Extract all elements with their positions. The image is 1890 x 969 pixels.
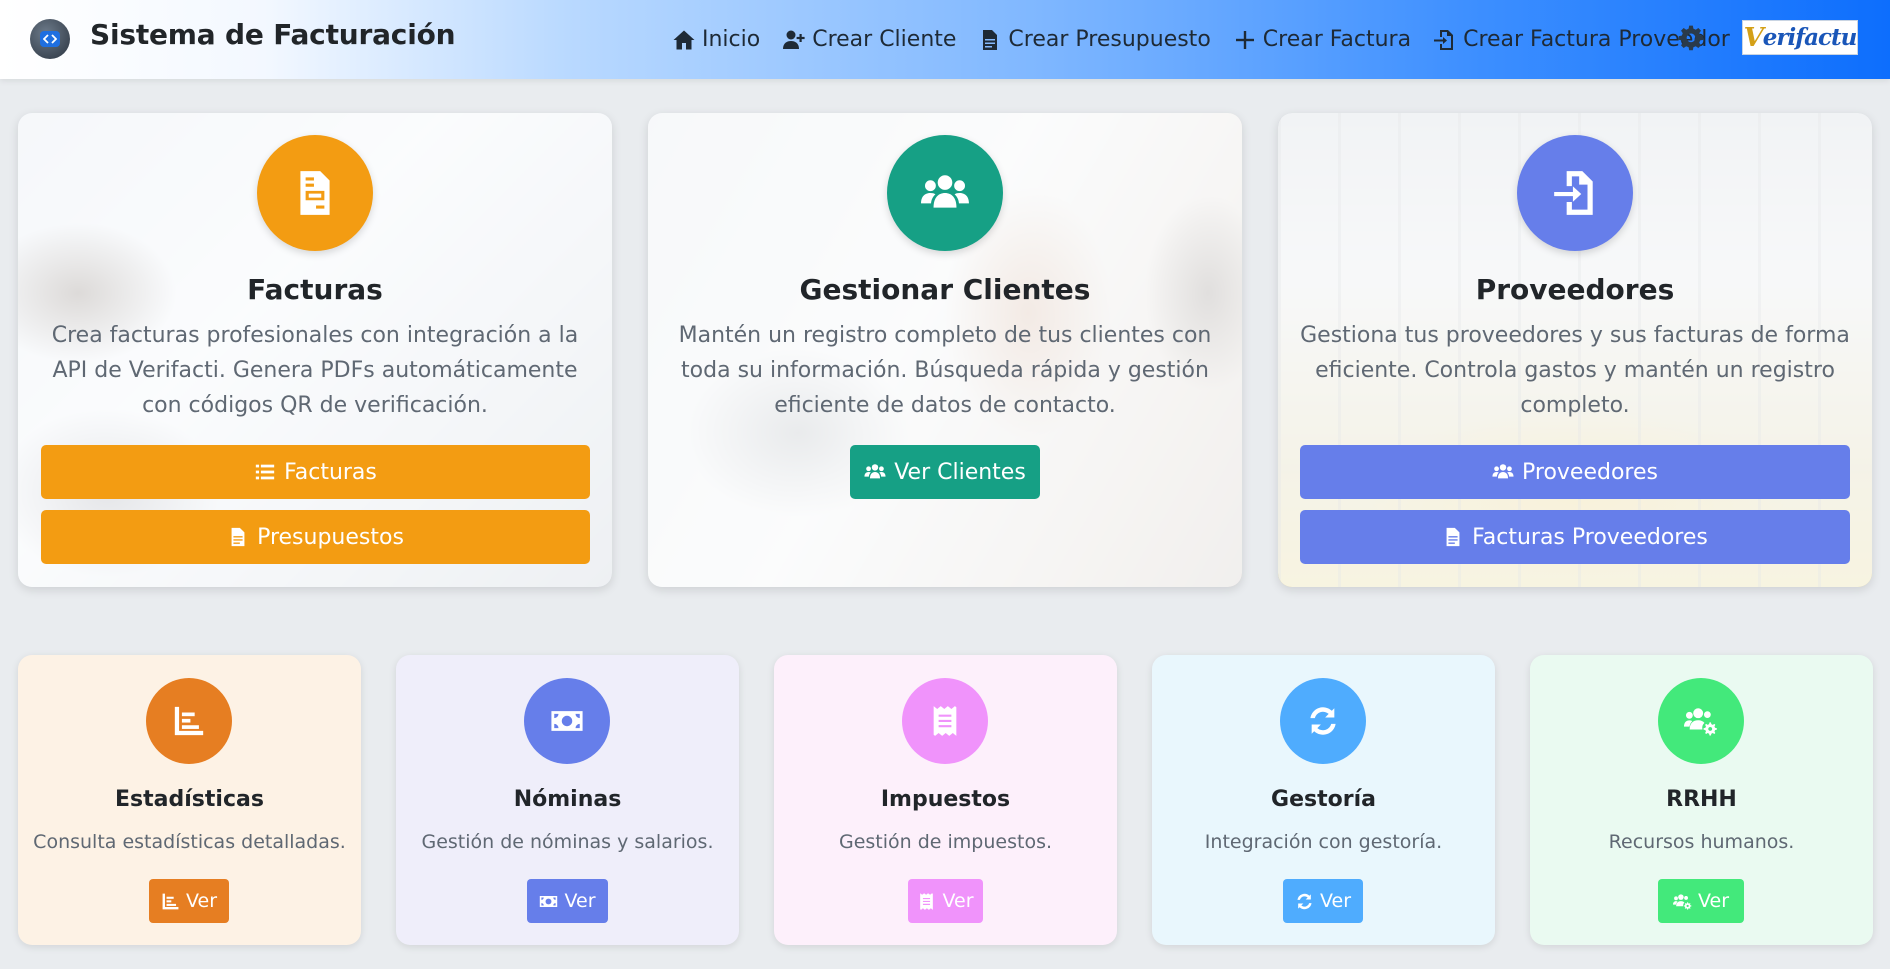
card-title: Gestionar Clientes — [799, 273, 1091, 306]
card-description: Integración con gestoría. — [1204, 831, 1443, 853]
button-label: Ver — [1319, 890, 1352, 912]
card-description: Mantén un registro completo de tus clien… — [678, 323, 1212, 418]
nav-link-label: Crear Cliente — [812, 27, 957, 52]
nav-link-inicio[interactable]: Inicio — [672, 27, 760, 52]
app-logo-icon[interactable] — [30, 19, 70, 59]
card-gestoria: Gestoría Integración con gestoría. Ver — [1152, 655, 1495, 945]
button-label: Ver — [1697, 890, 1730, 912]
estadisticas-ver-button[interactable]: Ver — [149, 879, 229, 923]
button-label: Proveedores — [1522, 459, 1658, 485]
money-icon-circle — [524, 678, 610, 764]
nav-link-label: Crear Factura — [1262, 27, 1412, 52]
card-facturas: Facturas Crea facturas profesionales con… — [18, 113, 612, 587]
card-description: Gestiona tus proveedores y sus facturas … — [1300, 323, 1850, 418]
button-label: Ver Clientes — [894, 459, 1026, 485]
file-import-icon-circle — [1517, 135, 1633, 251]
card-proveedores: Proveedores Gestiona tus proveedores y s… — [1278, 113, 1872, 587]
plus-icon — [1235, 30, 1254, 49]
money-icon — [540, 895, 558, 907]
card-clientes: Gestionar Clientes Mantén un registro co… — [648, 113, 1242, 587]
sync-icon-circle — [1280, 678, 1366, 764]
card-nominas: Nóminas Gestión de nóminas y salarios. V… — [396, 655, 739, 945]
receipt-icon — [920, 892, 934, 910]
chart-icon-circle — [146, 678, 232, 764]
file-import-icon — [1554, 171, 1593, 215]
nominas-ver-button[interactable]: Ver — [527, 879, 608, 923]
document-icon — [231, 527, 245, 547]
users-cog-icon — [1672, 893, 1692, 910]
ver-clientes-button[interactable]: Ver Clientes — [850, 445, 1040, 499]
card-description: Crea facturas profesionales con integrac… — [51, 323, 579, 418]
nav-link-label: Crear Presupuesto — [1008, 27, 1211, 52]
verifactu-logo-mark: V — [1743, 22, 1764, 53]
list-icon — [255, 464, 275, 480]
nav-menu: Inicio Crear Cliente Crear Presupuesto C… — [672, 0, 1752, 79]
nav-link-label: Inicio — [702, 27, 761, 52]
user-plus-icon — [783, 30, 805, 49]
sync-icon — [1297, 893, 1312, 909]
sync-icon — [1310, 707, 1336, 735]
card-description: Gestión de nóminas y salarios. — [421, 831, 714, 853]
nav-link-crear-factura[interactable]: Crear Factura — [1233, 27, 1411, 52]
chart-icon — [162, 893, 179, 909]
invoice-icon-circle — [257, 135, 373, 251]
gear-icon — [1678, 25, 1704, 51]
button-label: Facturas — [284, 459, 377, 485]
verifactu-logo-text: erifactu — [1762, 24, 1858, 51]
card-description: Gestión de impuestos. — [838, 831, 1053, 853]
settings-button[interactable] — [1678, 25, 1706, 53]
users-icon — [864, 464, 886, 479]
users-icon — [1492, 464, 1514, 479]
brand-title[interactable]: Sistema de Facturación — [90, 18, 456, 51]
facturas-proveedores-button[interactable]: Facturas Proveedores — [1300, 510, 1850, 564]
button-label: Ver — [185, 890, 218, 912]
document-icon — [983, 29, 998, 50]
receipt-icon — [933, 706, 957, 736]
button-label: Facturas Proveedores — [1472, 524, 1708, 550]
users-icon-circle — [887, 135, 1003, 251]
users-icon — [921, 175, 969, 208]
card-title: Impuestos — [880, 787, 1011, 812]
card-estadisticas: Estadísticas Consulta estadísticas detal… — [18, 655, 361, 945]
users-cog-icon — [1684, 708, 1717, 736]
gestoria-ver-button[interactable]: Ver — [1283, 879, 1363, 923]
card-rrhh: RRHH Recursos humanos. Ver — [1530, 655, 1873, 945]
card-description: Recursos humanos. — [1608, 831, 1795, 853]
card-title: Proveedores — [1475, 273, 1675, 306]
card-impuestos: Impuestos Gestión de impuestos. Ver — [774, 655, 1117, 945]
card-title: Estadísticas — [115, 787, 264, 812]
file-import-icon — [1434, 29, 1454, 50]
rrhh-ver-button[interactable]: Ver — [1658, 879, 1744, 923]
receipt-icon-circle — [902, 678, 988, 764]
impuestos-ver-button[interactable]: Ver — [908, 879, 983, 923]
top-navbar: Sistema de Facturación Inicio Crear Clie… — [0, 0, 1890, 79]
users-cog-icon-circle — [1658, 678, 1744, 764]
nav-link-crear-presupuesto[interactable]: Crear Presupuesto — [978, 27, 1211, 52]
money-icon — [551, 711, 583, 731]
card-description: Consulta estadísticas detalladas. — [33, 831, 346, 853]
presupuestos-button[interactable]: Presupuestos — [41, 510, 590, 564]
facturas-button[interactable]: Facturas — [41, 445, 590, 499]
card-title: Facturas — [247, 273, 383, 306]
chart-icon — [174, 706, 204, 736]
home-icon — [673, 30, 695, 49]
verifactu-logo[interactable]: Verifactu — [1742, 20, 1858, 55]
proveedores-button[interactable]: Proveedores — [1300, 445, 1850, 499]
nav-link-crear-cliente[interactable]: Crear Cliente — [782, 27, 956, 52]
button-label: Ver — [942, 890, 974, 912]
card-title: Nóminas — [513, 787, 622, 812]
card-title: Gestoría — [1271, 787, 1376, 812]
button-label: Presupuestos — [257, 524, 404, 550]
button-label: Ver — [564, 890, 596, 912]
invoice-icon — [300, 171, 330, 215]
card-title: RRHH — [1666, 787, 1737, 812]
document-icon — [1446, 527, 1460, 547]
